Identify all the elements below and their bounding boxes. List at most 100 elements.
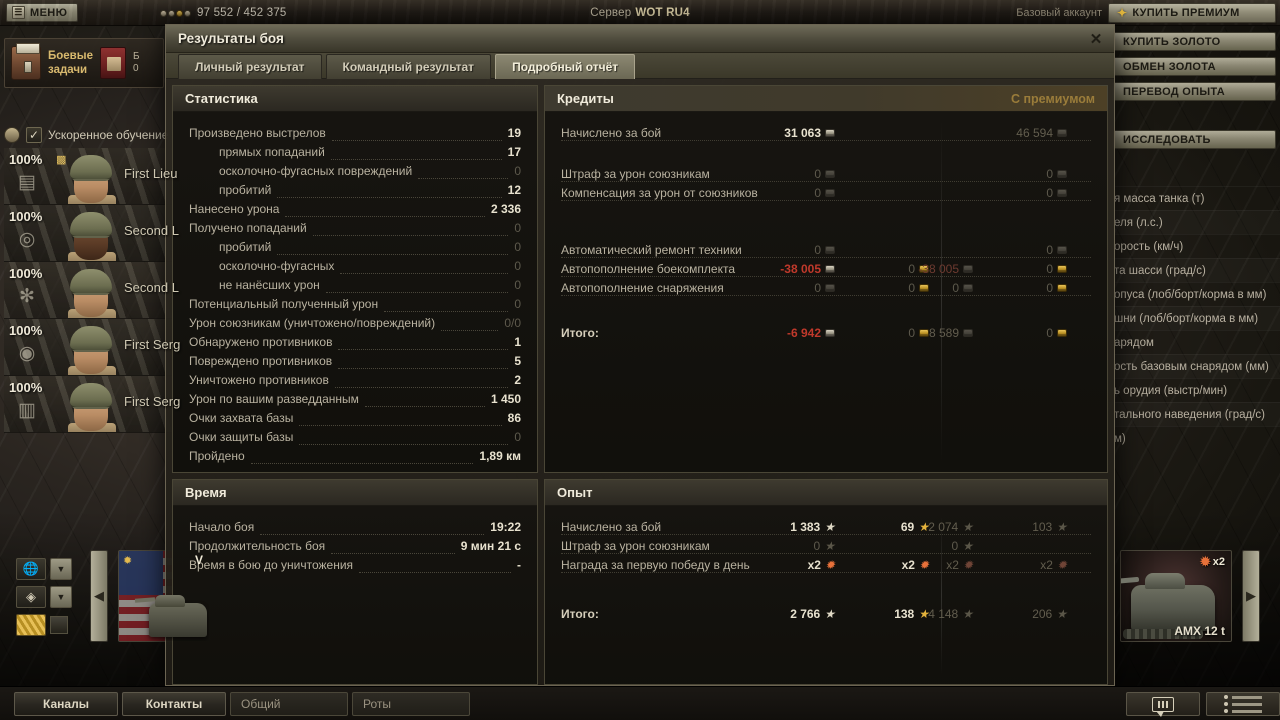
silver-icon: [1057, 129, 1067, 137]
gold-icon: [1057, 284, 1067, 292]
time-header: Время: [173, 480, 537, 506]
bottom-bar: Каналы Контакты Общий Роты: [0, 686, 1280, 720]
premium-star-icon: ✦: [1117, 6, 1128, 20]
tab-companies[interactable]: Роты: [352, 692, 470, 716]
stat-value: 0: [514, 297, 521, 311]
exp-label: Начислено за бой: [561, 520, 662, 534]
silver-icon: [1057, 246, 1067, 254]
tank-thumbnail: [149, 595, 207, 637]
crew-percent: 100%: [9, 266, 43, 281]
list-glyph: [1224, 695, 1262, 713]
experience-body: Начислено за бой 1 383 ★ 69 ★ 2 074 ★ 103 ★ …: [545, 506, 1107, 684]
stat-value: 1,89 км: [479, 449, 521, 463]
exp-value: x2: [807, 558, 821, 572]
stat-value: 5: [514, 354, 521, 368]
crew-rank: First Lieu: [124, 166, 178, 181]
credits-title: Кредиты: [557, 91, 614, 106]
stat-label: Нанесено урона: [189, 202, 280, 216]
time-label: Продолжительность боя: [189, 539, 326, 553]
star-icon: ★: [962, 539, 973, 553]
account-type-label: Базовый аккаунт: [1016, 7, 1102, 19]
tab-team-result[interactable]: Командный результат: [325, 54, 492, 79]
crew-percent: 100%: [9, 323, 43, 338]
spec-row: опуса (лоб/борт/корма в мм): [1108, 282, 1280, 306]
credits-total-gold: 0: [908, 326, 915, 340]
table-row: пробитий 0: [189, 240, 521, 259]
stat-label: прямых попаданий: [219, 145, 325, 159]
buy-gold-button[interactable]: КУПИТЬ ЗОЛОТО: [1112, 32, 1276, 51]
globe-icon[interactable]: 🌐: [16, 558, 46, 580]
gear-icon: ✻: [19, 286, 35, 307]
carousel-next-button[interactable]: ▶: [1242, 550, 1260, 642]
tab-general-chat[interactable]: Общий: [230, 692, 348, 716]
exp-label: Награда за первую победу в день: [561, 558, 750, 572]
stat-label: Уничтожено противников: [189, 373, 329, 387]
vehicle-type-icon[interactable]: ◈: [16, 586, 46, 608]
silver-icon: [825, 246, 835, 254]
credit-silver: 0: [814, 281, 821, 295]
table-row: Время в бою до уничтожения -: [189, 558, 521, 577]
tab-personal-result[interactable]: Личный результат: [178, 54, 322, 79]
x2-bonus-label: x2: [1212, 556, 1225, 568]
table-row: осколочно-фугасных 0: [189, 259, 521, 278]
convert-xp-button[interactable]: ПЕРЕВОД ОПЫТА: [1112, 82, 1276, 101]
experience-total-free: 138: [894, 607, 915, 621]
x2-bonus-badge: ✹ x2: [1200, 554, 1225, 570]
credit-silver: 31 063: [784, 126, 821, 140]
experience-panel: Опыт Начислено за бой 1 383 ★ 69 ★ 2 074 ★ …: [544, 479, 1108, 685]
tab-detailed-report[interactable]: Подробный отчёт: [495, 54, 636, 79]
buy-premium-button[interactable]: ✦ КУПИТЬ ПРЕМИУМ: [1108, 3, 1276, 23]
credit-label: Штраф за урон союзникам: [561, 167, 710, 181]
battle-missions-button[interactable]: Боевые задачи Б0: [4, 38, 164, 88]
avatar: [66, 265, 118, 318]
bonus-star-icon: ✹: [1056, 558, 1067, 572]
chat-bubble-glyph: [1152, 696, 1174, 717]
left-sidebar: Боевые задачи Б0 ✓ Ускоренное обучение э …: [0, 26, 304, 686]
checkbox-icon[interactable]: [50, 616, 68, 634]
stat-value: 2 336: [490, 202, 521, 216]
list-icon[interactable]: [1206, 692, 1280, 716]
bonus-star-icon: ✹: [918, 558, 929, 572]
stat-label: Обнаружено противников: [189, 335, 333, 349]
table-row: Очки защиты базы 0: [189, 430, 521, 449]
chevron-down-icon[interactable]: ▼: [50, 586, 72, 608]
statistics-panel: Статистика Произведено выстрелов 19 прямы…: [172, 85, 538, 473]
carousel-prev-button[interactable]: ◀: [90, 550, 108, 642]
close-icon[interactable]: ✕: [1086, 29, 1106, 49]
crew-role-badge-icon: ▩: [56, 154, 67, 166]
table-row: Уничтожено противников 2: [189, 373, 521, 392]
silver-icon: [963, 284, 973, 292]
research-button[interactable]: ИССЛЕДОВАТЬ: [1112, 130, 1276, 149]
contacts-button[interactable]: Контакты: [122, 692, 226, 716]
chevron-down-icon[interactable]: ▼: [50, 558, 72, 580]
silver-icon: [825, 329, 835, 337]
bonus-star-icon: ✹: [824, 558, 835, 572]
tank-specs-list: я масса танка (т) еля (л.с.) орость (км/…: [1108, 186, 1280, 450]
checkbox-icon[interactable]: ✓: [26, 127, 42, 143]
accelerated-training-label: Ускоренное обучение э: [48, 128, 178, 142]
gold-icon: [1057, 265, 1067, 273]
top-bar: ☰ МЕНЮ 97 552 / 452 375 Сервер WOT RU4 Б…: [0, 0, 1280, 26]
current-tank-card[interactable]: ✹ x2 AMX 12 t: [1120, 550, 1232, 642]
table-row: Произведено выстрелов 19: [189, 126, 521, 145]
table-row: Пройдено 1,89 км: [189, 449, 521, 468]
channels-button[interactable]: Каналы: [14, 692, 118, 716]
exchange-gold-button[interactable]: ОБМЕН ЗОЛОТА: [1112, 57, 1276, 76]
avatar: [66, 322, 118, 375]
gold-icon: [1057, 329, 1067, 337]
time-title: Время: [185, 485, 227, 500]
credit-premium-gold: 0: [1046, 262, 1053, 276]
credit-label: Автоматический ремонт техники: [561, 243, 742, 257]
chat-icon[interactable]: [1126, 692, 1200, 717]
statistics-header: Статистика: [173, 86, 537, 112]
exp-premium-value: 2 074: [928, 520, 959, 534]
table-row: Урон союзникам (уничтожено/повреждений) 0…: [189, 316, 521, 335]
lower-panels: Время Начало боя 19:22 Продолжительность …: [172, 479, 1108, 685]
sight-icon: ◎: [18, 229, 36, 250]
stat-label: осколочно-фугасных повреждений: [219, 164, 413, 178]
dialog-body: Статистика Произведено выстрелов 19 прямы…: [166, 79, 1114, 685]
ace-emblem-icon: ✹: [123, 555, 133, 567]
gold-stripes-icon[interactable]: [16, 614, 46, 636]
exp-free-value: x2: [901, 558, 915, 572]
ammo-icon: ▥: [18, 400, 36, 421]
